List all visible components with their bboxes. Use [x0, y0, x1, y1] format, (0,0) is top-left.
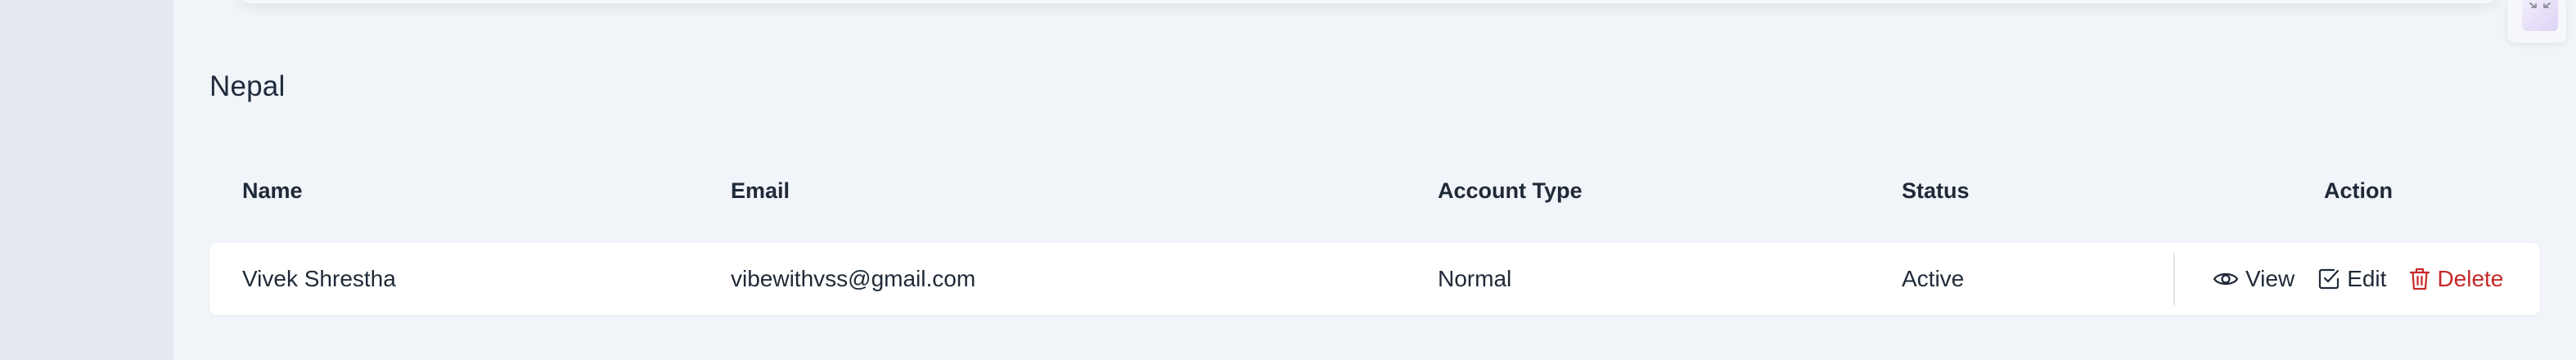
edit-label: Edit — [2347, 266, 2387, 291]
sidebar — [0, 0, 173, 360]
section-title: Nepal — [209, 70, 286, 102]
edit-check-icon — [2319, 268, 2340, 290]
action-divider — [2173, 253, 2175, 305]
corner-widget-inner — [2522, 0, 2558, 31]
table-row: Vivek Shrestha vibewithvss@gmail.com Nor… — [209, 243, 2540, 315]
column-header-action: Action — [2324, 178, 2393, 203]
view-label: View — [2245, 266, 2295, 291]
cell-name: Vivek Shrestha — [242, 266, 396, 291]
delete-label: Delete — [2437, 266, 2504, 291]
collapse-arrows-icon — [2529, 2, 2551, 8]
corner-widget[interactable] — [2507, 0, 2566, 43]
column-header-account-type: Account Type — [1438, 178, 1583, 203]
column-header-status: Status — [1902, 178, 1970, 203]
delete-button[interactable]: Delete — [2409, 266, 2503, 292]
edit-button[interactable]: Edit — [2317, 266, 2386, 292]
previous-card-edge — [239, 0, 2497, 3]
table-header: Name Email Account Type Status Action — [209, 170, 2540, 211]
eye-icon — [2213, 272, 2239, 286]
cell-status: Active — [1902, 266, 1965, 291]
page: Nepal Name Email Account Type Status Act… — [0, 0, 2576, 360]
view-button[interactable]: View — [2213, 266, 2295, 292]
cell-account-type: Normal — [1438, 266, 1512, 291]
main-content: Nepal Name Email Account Type Status Act… — [173, 0, 2576, 360]
row-actions: View Edit Delete — [2213, 243, 2503, 315]
cell-email: vibewithvss@gmail.com — [731, 266, 976, 291]
column-header-name: Name — [242, 178, 303, 203]
column-header-email: Email — [731, 178, 790, 203]
trash-icon — [2410, 268, 2430, 290]
